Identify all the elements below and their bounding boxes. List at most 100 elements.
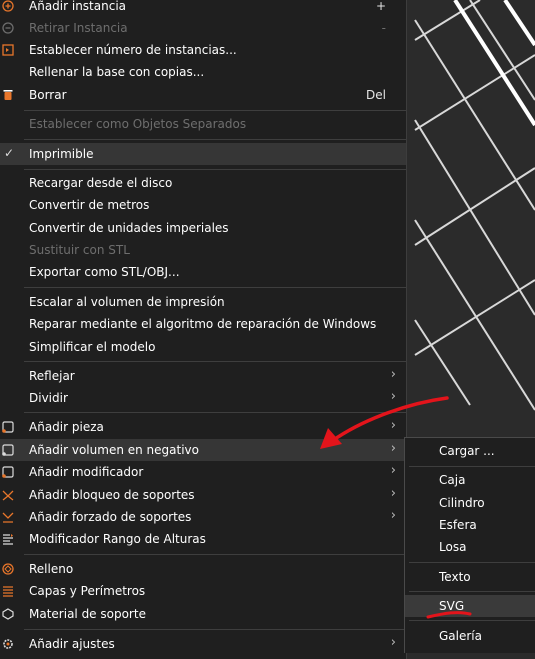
menu-separator xyxy=(24,139,406,140)
menu-item-add-support-enforcer[interactable]: Añadir forzado de soportes › xyxy=(0,506,406,528)
menu-item-repair-windows[interactable]: Reparar mediante el algoritmo de reparac… xyxy=(0,313,406,335)
menu-item-add-support-blocker[interactable]: Añadir bloqueo de soportes › xyxy=(0,484,406,506)
context-menu: Añadir instancia + Retirar Instancia - E… xyxy=(0,0,407,659)
menu-item-add-negative-volume[interactable]: Añadir volumen en negativo › xyxy=(0,439,406,461)
menu-item-label: Relleno xyxy=(29,562,74,576)
menu-separator xyxy=(24,412,406,413)
submenu-item-sphere[interactable]: Esfera xyxy=(405,514,535,536)
submenu-item-label: SVG xyxy=(439,599,465,613)
submenu-item-label: Texto xyxy=(439,570,471,584)
submenu-item-text[interactable]: Texto xyxy=(405,566,535,588)
add-modifier-icon xyxy=(2,466,14,478)
submenu-item-svg[interactable]: SVG xyxy=(405,595,535,617)
menu-item-height-range-modifier[interactable]: Modificador Rango de Alturas xyxy=(0,528,406,550)
menu-item-scale-to-volume[interactable]: Escalar al volumen de impresión xyxy=(0,291,406,313)
submenu-item-load[interactable]: Cargar ... xyxy=(405,440,535,462)
submenu-item-cylinder[interactable]: Cilindro xyxy=(405,492,535,514)
menu-item-split[interactable]: Dividir › xyxy=(0,387,406,409)
layers-perimeters-icon xyxy=(3,586,13,597)
submenu-arrow-icon: › xyxy=(390,508,396,523)
menu-separator xyxy=(24,554,406,555)
submenu-arrow-icon: › xyxy=(390,635,396,650)
menu-item-add-part[interactable]: Añadir pieza › xyxy=(0,416,406,438)
menu-item-add-instance[interactable]: Añadir instancia + xyxy=(0,0,406,17)
menu-item-printable[interactable]: ✓ Imprimible xyxy=(0,143,406,165)
menu-item-support-material[interactable]: Material de soporte xyxy=(0,603,406,625)
submenu-item-box[interactable]: Caja xyxy=(405,469,535,491)
menu-item-add-modifier[interactable]: Añadir modificador › xyxy=(0,461,406,483)
menu-item-label: Borrar xyxy=(29,88,67,102)
menu-separator xyxy=(409,466,535,467)
support-blocker-icon xyxy=(2,490,14,501)
menu-item-label: Sustituir con STL xyxy=(29,243,130,257)
submenu-item-label: Cilindro xyxy=(439,496,485,510)
menu-item-label: Añadir instancia xyxy=(29,0,127,13)
submenu-item-label: Esfera xyxy=(439,518,477,532)
submenu-arrow-icon: › xyxy=(390,418,396,433)
menu-item-label: Modificador Rango de Alturas xyxy=(29,532,206,546)
menu-item-convert-from-imperial[interactable]: Convertir de unidades imperiales xyxy=(0,217,406,239)
menu-item-label: Convertir de unidades imperiales xyxy=(29,221,229,235)
menu-item-convert-from-meters[interactable]: Convertir de metros xyxy=(0,194,406,216)
menu-item-label: Dividir xyxy=(29,391,68,405)
menu-item-delete[interactable]: Borrar Del xyxy=(0,84,406,106)
menu-item-label: Exportar como STL/OBJ... xyxy=(29,265,180,279)
menu-separator xyxy=(24,361,406,362)
menu-item-set-instances[interactable]: Establecer número de instancias... xyxy=(0,39,406,61)
submenu-arrow-icon: › xyxy=(390,486,396,501)
menu-item-label: Rellenar la base con copias... xyxy=(29,65,205,79)
support-enforcer-icon xyxy=(2,512,14,523)
menu-item-export-stl-obj[interactable]: Exportar como STL/OBJ... xyxy=(0,261,406,283)
submenu-item-slab[interactable]: Losa xyxy=(405,536,535,558)
add-negative-volume-icon xyxy=(2,444,14,456)
menu-separator xyxy=(24,169,406,170)
menu-item-label: Convertir de metros xyxy=(29,198,150,212)
submenu-item-label: Cargar ... xyxy=(439,444,495,458)
menu-item-label: Añadir pieza xyxy=(29,420,104,434)
gear-icon xyxy=(3,639,13,649)
menu-item-label: Material de soporte xyxy=(29,607,146,621)
submenu-arrow-icon: › xyxy=(390,441,396,456)
menu-item-remove-instance[interactable]: Retirar Instancia - xyxy=(0,17,406,39)
trash-icon xyxy=(3,90,13,100)
shortcut: Del xyxy=(366,88,386,102)
menu-item-set-separate-objects[interactable]: Establecer como Objetos Separados xyxy=(0,113,406,135)
menu-item-replace-with-stl[interactable]: Sustituir con STL xyxy=(0,239,406,261)
menu-item-layers-perimeters[interactable]: Capas y Perímetros xyxy=(0,580,406,602)
add-part-icon xyxy=(2,421,14,433)
menu-item-reload-from-disk[interactable]: Recargar desde el disco xyxy=(0,172,406,194)
menu-separator xyxy=(409,620,535,621)
menu-item-label: Añadir modificador xyxy=(29,465,144,479)
menu-item-label: Reparar mediante el algoritmo de reparac… xyxy=(29,317,377,331)
menu-item-label: Establecer número de instancias... xyxy=(29,43,237,57)
check-icon: ✓ xyxy=(4,146,15,160)
submenu-item-label: Caja xyxy=(439,473,466,487)
submenu-arrow-icon: › xyxy=(390,463,396,478)
menu-item-label: Capas y Perímetros xyxy=(29,584,146,598)
support-material-icon xyxy=(2,608,14,620)
menu-item-label: Añadir volumen en negativo xyxy=(29,443,199,457)
submenu-arrow-icon: › xyxy=(390,389,396,404)
menu-item-label: Añadir forzado de soportes xyxy=(29,510,192,524)
submenu-item-gallery[interactable]: Galería xyxy=(405,625,535,647)
menu-separator xyxy=(24,287,406,288)
menu-item-label: Reflejar xyxy=(29,369,75,383)
menu-item-simplify-model[interactable]: Simplificar el modelo xyxy=(0,336,406,358)
plus-circle-icon xyxy=(2,0,14,12)
menu-item-label: Simplificar el modelo xyxy=(29,340,156,354)
shortcut: - xyxy=(381,21,386,35)
menu-item-label: Establecer como Objetos Separados xyxy=(29,117,247,131)
menu-separator xyxy=(409,562,535,563)
menu-item-mirror[interactable]: Reflejar › xyxy=(0,365,406,387)
menu-item-label: Recargar desde el disco xyxy=(29,176,173,190)
menu-item-label: Añadir bloqueo de soportes xyxy=(29,488,195,502)
menu-item-label: Retirar Instancia xyxy=(29,21,128,35)
submenu-item-label: Losa xyxy=(439,540,467,554)
menu-item-fill-bed[interactable]: Rellenar la base con copias... xyxy=(0,61,406,83)
instance-count-icon xyxy=(2,44,14,56)
menu-separator xyxy=(409,591,535,592)
shortcut: + xyxy=(375,0,386,13)
menu-separator xyxy=(24,629,406,630)
menu-item-label: Imprimible xyxy=(29,147,94,161)
menu-item-infill[interactable]: Relleno xyxy=(0,558,406,580)
